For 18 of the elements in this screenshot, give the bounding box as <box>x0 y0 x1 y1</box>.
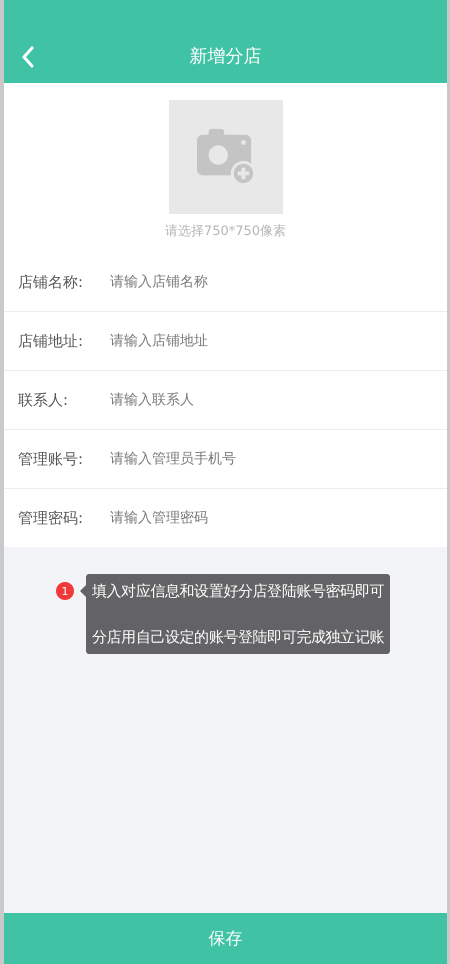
tooltip-text: 填入对应信息和设置好分店登陆账号密码即可 <box>92 581 384 602</box>
image-hint: 请选择750*750像素 <box>164 223 286 240</box>
back-icon[interactable] <box>21 46 35 68</box>
tooltip-text: 分店用自己设定的账号登陆即可完成独立记账 <box>92 627 384 648</box>
field-label: 管理密码: <box>18 508 84 528</box>
input-field[interactable]: 请输入店铺地址 <box>110 329 433 353</box>
page-title: 新增分店 <box>190 46 262 68</box>
step-badge: 1 <box>56 582 74 600</box>
field-label: 店铺地址: <box>18 332 84 350</box>
field-label: 联系人: <box>18 390 70 410</box>
input-field[interactable]: 请输入管理员手机号 <box>110 447 433 471</box>
save-button[interactable]: 保存 <box>4 913 447 964</box>
input-field[interactable]: 请输入店铺名称 <box>110 270 433 294</box>
input-field[interactable]: 请输入管理密码 <box>110 506 433 530</box>
input-field[interactable]: 请输入联系人 <box>110 388 433 412</box>
field-label: 店铺名称: <box>18 272 84 292</box>
field-label: 管理账号: <box>18 450 84 468</box>
image-upload[interactable] <box>168 100 282 214</box>
